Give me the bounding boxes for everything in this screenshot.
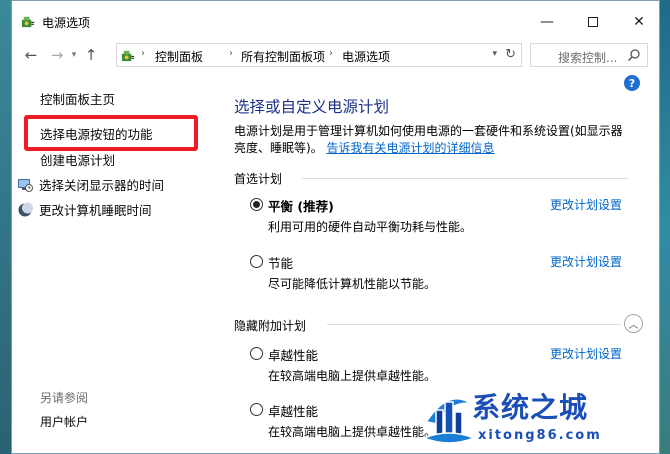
sidebar-item-power-button[interactable]: 选择电源按钮的功能 bbox=[40, 124, 153, 143]
sidebar-item-label: 更改计算机睡眠时间 bbox=[39, 203, 152, 218]
sidebar-item-user-accounts[interactable]: 用户帐户 bbox=[40, 413, 88, 430]
monitor-clock-icon bbox=[18, 178, 33, 192]
breadcrumb-all-items[interactable]: 所有控制面板项 bbox=[241, 48, 325, 65]
sidebar-item-create-plan[interactable]: 创建电源计划 bbox=[40, 150, 115, 169]
sidebar: 控制面板主页 选择电源按钮的功能 创建电源计划 选择关闭显示器的时间 更改计算机… bbox=[12, 71, 217, 453]
learn-more-link[interactable]: 告诉我有关电源计划的详细信息 bbox=[327, 141, 495, 155]
change-plan-settings-link[interactable]: 更改计划设置 bbox=[550, 345, 622, 362]
refresh-icon[interactable]: ↻ bbox=[505, 47, 516, 62]
plan-name[interactable]: 卓越性能 bbox=[268, 345, 318, 364]
search-input[interactable]: 搜索控制... bbox=[530, 43, 648, 67]
sidebar-item-display-off[interactable]: 选择关闭显示器的时间 bbox=[17, 175, 164, 194]
hidden-plans-heading: 隐藏附加计划 bbox=[234, 319, 307, 333]
forward-button[interactable]: → bbox=[47, 45, 67, 65]
moon-icon bbox=[18, 202, 33, 216]
sidebar-item-label: 选择关闭显示器的时间 bbox=[39, 178, 165, 193]
address-dropdown-icon[interactable]: ▾ bbox=[492, 49, 497, 59]
preferred-plans-heading: 首选计划 bbox=[234, 172, 283, 186]
breadcrumb-control-panel[interactable]: 控制面板 bbox=[155, 48, 203, 65]
minimize-button[interactable]: — bbox=[524, 7, 570, 37]
divider bbox=[302, 178, 628, 179]
window-title: 电源选项 bbox=[42, 16, 91, 30]
divider bbox=[327, 324, 621, 325]
close-button[interactable]: ✕ bbox=[616, 7, 659, 37]
breadcrumb-power-options[interactable]: 电源选项 bbox=[342, 48, 390, 65]
sidebar-item-home[interactable]: 控制面板主页 bbox=[40, 89, 115, 108]
maximize-button[interactable] bbox=[570, 7, 616, 37]
title-bar: 电源选项 — ✕ bbox=[12, 1, 659, 39]
back-button[interactable]: ← bbox=[21, 45, 41, 65]
plan-name[interactable]: 节能 bbox=[268, 253, 293, 272]
breadcrumb-separator-icon: › bbox=[141, 48, 145, 59]
page-title: 选择或自定义电源计划 bbox=[234, 98, 390, 116]
plan-name[interactable]: 卓越性能 bbox=[268, 401, 318, 420]
collapse-chevron-up-icon[interactable]: ︿ bbox=[624, 314, 643, 333]
plan-description: 尽可能降低计算机性能以节能。 bbox=[268, 277, 437, 291]
navigation-bar: ← → ▾ ↑ › 控制面板 › 所有控制面板项 › 电源选项 ▾ ↻ 搜索控制… bbox=[12, 39, 659, 71]
page-description: 电源计划是用于管理计算机如何使用电源的一套硬件和系统设置(如显示器亮度、睡眠等)… bbox=[234, 123, 634, 157]
plan-radio-power-saver[interactable] bbox=[250, 255, 263, 268]
power-options-icon bbox=[21, 16, 35, 28]
maximize-icon bbox=[588, 17, 598, 27]
change-plan-settings-link[interactable]: 更改计划设置 bbox=[550, 196, 622, 213]
breadcrumb-separator-icon: › bbox=[329, 48, 333, 59]
plan-radio-ultimate[interactable] bbox=[250, 403, 263, 416]
watermark-title: 系统之城 bbox=[472, 391, 589, 424]
control-panel-icon bbox=[121, 50, 135, 62]
plan-description: 利用可用的硬件自动平衡功耗与性能。 bbox=[268, 220, 473, 234]
plan-radio-balanced[interactable] bbox=[250, 198, 263, 211]
watermark-logo-icon bbox=[422, 397, 476, 444]
plan-name[interactable]: 平衡 (推荐) bbox=[268, 196, 334, 215]
address-bar[interactable]: › 控制面板 › 所有控制面板项 › 电源选项 ▾ ↻ bbox=[116, 43, 522, 67]
watermark: 系统之城 xitong86.com bbox=[410, 382, 668, 452]
plan-radio-ultimate[interactable] bbox=[250, 347, 263, 360]
sidebar-item-sleep[interactable]: 更改计算机睡眠时间 bbox=[17, 200, 152, 219]
up-button[interactable]: ↑ bbox=[81, 45, 101, 65]
search-placeholder: 搜索控制... bbox=[558, 51, 618, 65]
watermark-url: xitong86.com bbox=[478, 428, 602, 443]
see-also-heading: 另请参阅 bbox=[40, 391, 89, 405]
change-plan-settings-link[interactable]: 更改计划设置 bbox=[550, 253, 622, 270]
breadcrumb-separator-icon: › bbox=[229, 48, 233, 59]
search-icon bbox=[627, 49, 640, 62]
recent-locations-dropdown[interactable]: ▾ bbox=[67, 45, 81, 65]
